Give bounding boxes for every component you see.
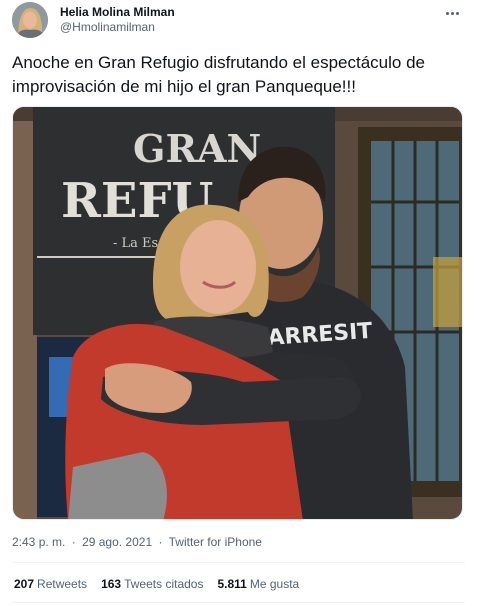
tweet-photo[interactable]: GRAN REFU - La Esquina ARRESIT — [12, 106, 463, 520]
user-info: Helia Molina Milman @Hmolinamilman — [60, 5, 175, 34]
tweet-meta: 2:43 p. m. · 29 ago. 2021 · Twitter for … — [12, 535, 262, 549]
photo-image: GRAN REFU - La Esquina ARRESIT — [13, 107, 462, 519]
avatar-image — [12, 2, 48, 38]
divider — [12, 602, 465, 603]
retweets-count: 207 — [14, 577, 35, 591]
more-dots-icon[interactable] — [441, 2, 463, 24]
display-name[interactable]: Helia Molina Milman — [60, 5, 175, 19]
tweet-date[interactable]: 29 ago. 2021 — [82, 535, 152, 549]
quotes-label: Tweets citados — [124, 577, 204, 591]
meta-separator: · — [158, 535, 163, 549]
tweet-stats: 207 Retweets 163 Tweets citados 5.811 Me gu… — [14, 577, 299, 591]
likes-label: Me gusta — [249, 577, 300, 591]
retweets-stat[interactable]: 207 Retweets — [14, 577, 87, 591]
tweet-time[interactable]: 2:43 p. m. — [12, 535, 65, 549]
sign-text-line1: GRAN — [133, 126, 261, 171]
retweets-label: Retweets — [37, 577, 88, 591]
quotes-stat[interactable]: 163 Tweets citados — [101, 577, 203, 591]
divider — [12, 562, 465, 563]
user-handle[interactable]: @Hmolinamilman — [60, 20, 175, 34]
meta-separator: · — [71, 535, 76, 549]
likes-stat[interactable]: 5.811 Me gusta — [217, 577, 299, 591]
tweet-source[interactable]: Twitter for iPhone — [169, 535, 262, 549]
quotes-count: 163 — [101, 577, 122, 591]
avatar[interactable] — [12, 2, 48, 38]
likes-count: 5.811 — [217, 577, 247, 591]
tweet-header: Helia Molina Milman @Hmolinamilman — [12, 0, 465, 40]
tweet-text: Anoche en Gran Refugio disfrutando el es… — [12, 53, 425, 96]
